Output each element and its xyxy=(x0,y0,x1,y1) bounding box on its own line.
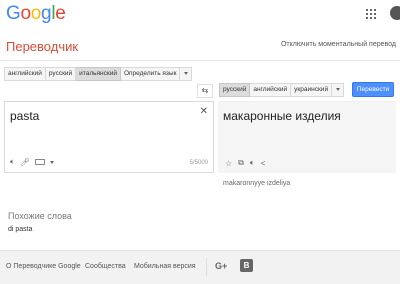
logo-letter: G xyxy=(6,3,21,24)
close-icon[interactable]: ✕ xyxy=(200,106,208,117)
source-lang-english[interactable]: английский xyxy=(4,67,46,81)
character-count: 5/5000 xyxy=(189,160,208,166)
logo-letter: o xyxy=(30,3,42,24)
source-language-bar: английский русский итальянский Определит… xyxy=(4,67,193,81)
keyboard-icon[interactable] xyxy=(34,159,45,165)
source-text[interactable]: pasta xyxy=(10,109,39,123)
swap-languages-button[interactable]: ⇆ xyxy=(197,84,213,98)
disable-instant-translation-link[interactable]: Отключить моментальный перевод xyxy=(281,41,396,48)
mobile-version-link[interactable]: Мобильная версия xyxy=(134,263,196,270)
chevron-down-icon xyxy=(335,87,340,91)
source-lang-detect[interactable]: Определить язык xyxy=(120,67,181,81)
swap-languages-icon: ⇆ xyxy=(201,86,209,95)
source-lang-dropdown[interactable] xyxy=(180,67,193,81)
copy-icon[interactable]: ⧉ xyxy=(238,158,244,168)
target-lang-dropdown[interactable] xyxy=(332,83,345,97)
result-panel: макаронные изделия ☆ ⧉ 🔈︎ < xyxy=(218,101,396,173)
source-lang-russian[interactable]: русский xyxy=(45,67,77,81)
page-title: Переводчик xyxy=(6,39,79,54)
target-language-bar: русский английский украинский xyxy=(219,83,345,97)
logo-letter: g xyxy=(41,3,52,24)
bell-icon[interactable] xyxy=(390,6,400,20)
target-lang-ukrainian[interactable]: украинский xyxy=(291,83,333,97)
footer-divider xyxy=(206,258,207,276)
translate-button[interactable]: Перевести xyxy=(352,82,394,97)
speaker-icon[interactable]: 🔈︎ xyxy=(250,158,255,168)
apps-grid-icon[interactable] xyxy=(366,9,376,19)
google-plus-icon[interactable]: G+ xyxy=(215,261,227,271)
source-lang-italian[interactable]: итальянский xyxy=(76,67,121,81)
chevron-down-icon xyxy=(183,71,188,75)
star-icon[interactable]: ☆ xyxy=(225,159,232,168)
translation-result: макаронные изделия xyxy=(223,109,341,123)
similar-words-heading: Похожие слова xyxy=(8,211,72,221)
top-bar: Google xyxy=(0,0,400,30)
logo-letter: e xyxy=(55,3,66,24)
title-bar: Переводчик Отключить моментальный перево… xyxy=(0,30,400,61)
chevron-down-icon[interactable] xyxy=(49,160,54,164)
community-link[interactable]: Сообщества xyxy=(85,263,126,270)
source-text-area[interactable]: pasta ✕ 🔈︎ 🎤︎ 5/5000 xyxy=(4,101,214,173)
similar-word-link[interactable]: di pasta xyxy=(8,226,33,233)
google-logo[interactable]: Google xyxy=(6,3,66,25)
transliteration: makaronnyye izdeliya xyxy=(223,180,291,187)
target-lang-russian[interactable]: русский xyxy=(219,83,251,97)
microphone-icon[interactable]: 🎤︎ xyxy=(20,158,30,167)
footer: О Переводчике Google Сообщества Мобильна… xyxy=(0,250,400,284)
result-tools: ☆ ⧉ 🔈︎ < xyxy=(225,158,265,168)
logo-letter: o xyxy=(20,3,31,24)
blogger-icon[interactable]: B xyxy=(240,259,253,272)
source-tools: 🔈︎ 🎤︎ xyxy=(10,157,54,167)
target-lang-english[interactable]: английский xyxy=(250,83,292,97)
about-translate-link[interactable]: О Переводчике Google xyxy=(6,263,81,270)
share-icon[interactable]: < xyxy=(261,159,266,168)
speaker-icon[interactable]: 🔈︎ xyxy=(10,157,15,167)
